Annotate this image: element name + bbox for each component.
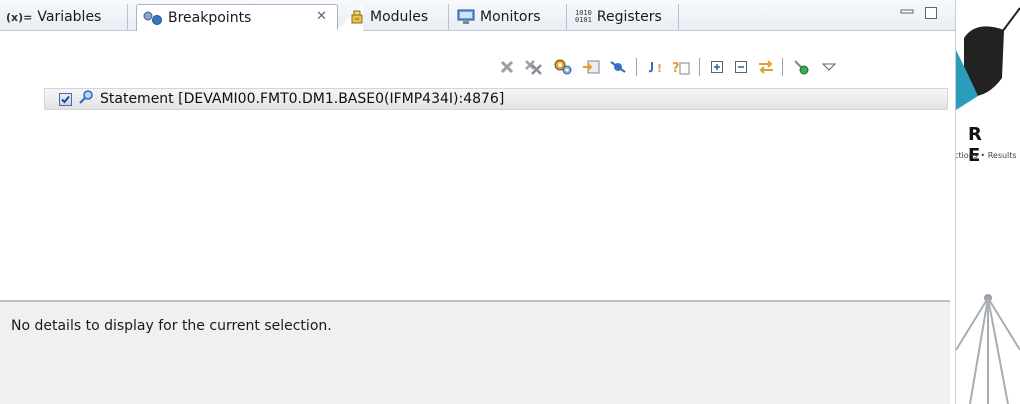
toolbar-separator xyxy=(782,58,783,76)
registers-icon: 1010 0101 xyxy=(575,9,592,24)
maximize-icon[interactable] xyxy=(922,6,940,20)
tab-registers[interactable]: 1010 0101 Registers xyxy=(569,4,679,30)
expand-all-icon[interactable] xyxy=(706,56,728,78)
breakpoint-list: Statement [DEVAMI00.FMT0.DM1.BASE0(IFMP4… xyxy=(0,88,950,298)
gear-icon[interactable] xyxy=(552,56,574,78)
breakpoint-options-icon[interactable] xyxy=(790,56,812,78)
monitor-icon xyxy=(457,9,475,25)
add-watchpoint-icon[interactable]: ? xyxy=(670,56,692,78)
close-tab-icon[interactable]: ✕ xyxy=(316,9,327,24)
java-exception-breakpoint-icon[interactable]: ! xyxy=(645,56,667,78)
toolbar-separator xyxy=(636,58,637,76)
background-tagline: ctions • Results xyxy=(956,151,1017,160)
view-tab-bar: (x)= Variables Breakpoints ✕ Modules Mon… xyxy=(0,0,955,31)
statement-breakpoint-icon xyxy=(78,89,94,109)
tab-variables[interactable]: (x)= Variables xyxy=(0,4,128,30)
tab-variables-label: Variables xyxy=(37,9,102,25)
skip-breakpoints-icon[interactable] xyxy=(607,56,629,78)
tab-breakpoints-label: Breakpoints xyxy=(168,10,252,26)
toolbar-separator xyxy=(699,58,700,76)
tab-breakpoints[interactable]: Breakpoints ✕ xyxy=(136,4,363,31)
background-slide: R E ctions • Results xyxy=(956,0,1020,404)
variables-icon: (x)= xyxy=(6,10,33,24)
link-with-debug-view-icon[interactable] xyxy=(755,56,777,78)
view-menu-icon[interactable] xyxy=(818,56,840,78)
tab-monitors[interactable]: Monitors xyxy=(451,4,567,30)
breakpoint-enabled-checkbox[interactable] xyxy=(59,92,72,106)
tab-modules-label: Modules xyxy=(370,9,429,25)
breakpoints-view: (x)= Variables Breakpoints ✕ Modules Mon… xyxy=(0,0,956,404)
breakpoint-row[interactable]: Statement [DEVAMI00.FMT0.DM1.BASE0(IFMP4… xyxy=(44,88,948,110)
tower-graphic xyxy=(956,294,1020,404)
svg-text:!: ! xyxy=(657,62,662,75)
tab-monitors-label: Monitors xyxy=(480,9,541,25)
tab-registers-label: Registers xyxy=(596,9,662,25)
remove-breakpoint-icon[interactable] xyxy=(496,56,518,78)
minimize-icon[interactable] xyxy=(898,6,916,20)
svg-text:?: ? xyxy=(672,61,680,76)
details-message: No details to display for the current se… xyxy=(11,318,332,334)
breakpoints-toolbar: ! ? xyxy=(0,52,955,82)
collapse-all-icon[interactable] xyxy=(730,56,752,78)
modules-icon xyxy=(349,9,365,25)
go-to-file-icon[interactable] xyxy=(580,56,602,78)
breakpoints-icon xyxy=(143,11,163,25)
remove-all-breakpoints-icon[interactable] xyxy=(523,56,545,78)
breakpoint-label: Statement [DEVAMI00.FMT0.DM1.BASE0(IFMP4… xyxy=(100,91,505,107)
tab-modules[interactable]: Modules xyxy=(343,4,449,30)
globe-logo xyxy=(956,7,1020,110)
details-pane: No details to display for the current se… xyxy=(0,302,950,404)
